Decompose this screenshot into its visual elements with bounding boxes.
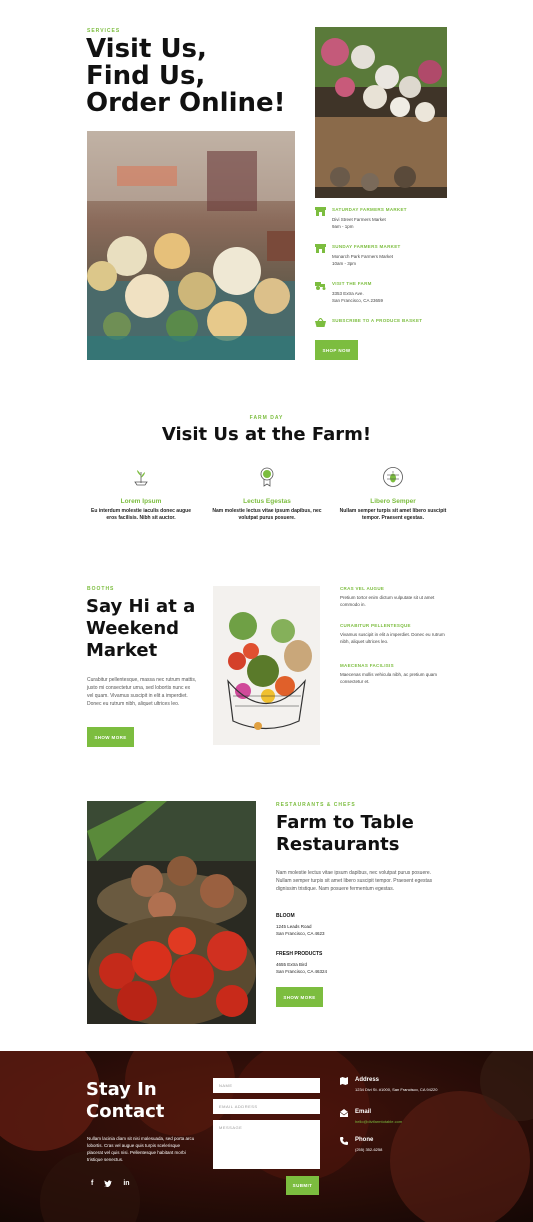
restaurants-eyebrow: RESTAURANTS & CHEFS xyxy=(276,802,356,808)
booths-eyebrow: BOOTHS xyxy=(87,586,115,592)
restaurant-item: BLOOM 1245 Leads Road San Francisco, CA … xyxy=(276,913,325,936)
contact-title: Stay In Contact xyxy=(86,1079,165,1122)
bug-icon xyxy=(383,467,403,487)
envelope-icon xyxy=(340,1109,348,1117)
social-links: f in xyxy=(91,1180,130,1189)
phone-icon xyxy=(340,1137,348,1145)
tomatoes-onions-photo xyxy=(87,801,256,1024)
contact-info: Address 1234 Divi St. #1000, San Francis… xyxy=(340,1077,460,1153)
radishes-photo xyxy=(315,27,447,198)
name-input[interactable]: NAME xyxy=(213,1078,320,1093)
email-info: Email hello@divifarmtotable.com xyxy=(340,1109,460,1137)
location-item: SATURDAY FARMERS MARKET Divi Street Farm… xyxy=(315,207,450,244)
basket-icon xyxy=(315,318,326,327)
melons-market-photo xyxy=(87,131,295,360)
farm-day-title: Visit Us at the Farm! xyxy=(161,424,372,445)
sprout-icon xyxy=(134,470,148,486)
shop-now-button[interactable]: SHOP NOW xyxy=(315,340,358,360)
booth-item: MAECENAS FACILISIS Maecenas mollis vehic… xyxy=(340,663,438,684)
location-item: VISIT THE FARM 3353 Extra Ave. San Franc… xyxy=(315,281,450,318)
restaurants-show-more-button[interactable]: SHOW MORE xyxy=(276,987,323,1007)
services-title: Visit Us, Find Us, Order Online! xyxy=(86,34,286,118)
locations-list: SATURDAY FARMERS MARKET Divi Street Farm… xyxy=(315,207,450,338)
farm-day-eyebrow: FARM DAY xyxy=(249,415,284,421)
feature-item: Lectus Egestas Nam molestie lectus vitae… xyxy=(212,466,322,522)
store-icon xyxy=(315,207,326,216)
booths-items: CRAS VEL AUGUE Pretium tortor enim dictu… xyxy=(340,586,450,685)
booths-title: Say Hi at a Weekend Market xyxy=(86,596,196,661)
facebook-icon[interactable]: f xyxy=(91,1180,93,1189)
feature-item: Libero Semper Nullam semper turpis sit a… xyxy=(338,466,448,522)
phone-info: Phone (255) 352-6258 xyxy=(340,1137,460,1153)
booths-body: Curabitur pellentesque, massa nec rutrum… xyxy=(87,677,197,707)
message-textarea[interactable]: MESSAGE xyxy=(213,1120,320,1169)
submit-button[interactable]: SUBMIT xyxy=(286,1176,319,1195)
restaurants-body: Nam molestie lectus vitae ipsum dapibus,… xyxy=(276,870,433,892)
location-item: SUNDAY FARMERS MARKET Monarch Park Farme… xyxy=(315,244,450,281)
email-input[interactable]: EMAIL ADDRESS xyxy=(213,1099,320,1114)
vegetable-basket-photo xyxy=(213,586,320,745)
restaurants-title: Farm to Table Restaurants xyxy=(276,812,414,855)
address-info: Address 1234 Divi St. #1000, San Francis… xyxy=(340,1077,460,1109)
tractor-icon xyxy=(315,282,326,290)
map-icon xyxy=(340,1077,348,1085)
booth-item: CRAS VEL AUGUE Pretium tortor enim dictu… xyxy=(340,586,435,607)
feature-item: Lorem Ipsum Eu interdum molestie iaculis… xyxy=(86,466,196,522)
location-item[interactable]: SUBSCRIBE TO A PRODUCE BASKET xyxy=(315,318,450,338)
contact-body: Nullam lacinia diam sit nisi malesuada, … xyxy=(87,1136,195,1162)
contact-footer: Stay In Contact Nullam lacinia diam sit … xyxy=(0,1051,533,1222)
store-icon xyxy=(315,244,326,253)
booth-item: CURABITUR PELLENTESQUE Vivamus suscipit … xyxy=(340,623,445,644)
restaurant-item: FRESH PRODUCTS 4655 Extra Bird San Franc… xyxy=(276,951,328,974)
award-icon xyxy=(260,467,274,487)
booths-show-more-button[interactable]: SHOW MORE xyxy=(87,727,134,747)
twitter-icon[interactable] xyxy=(104,1180,113,1189)
linkedin-icon[interactable]: in xyxy=(123,1180,129,1189)
